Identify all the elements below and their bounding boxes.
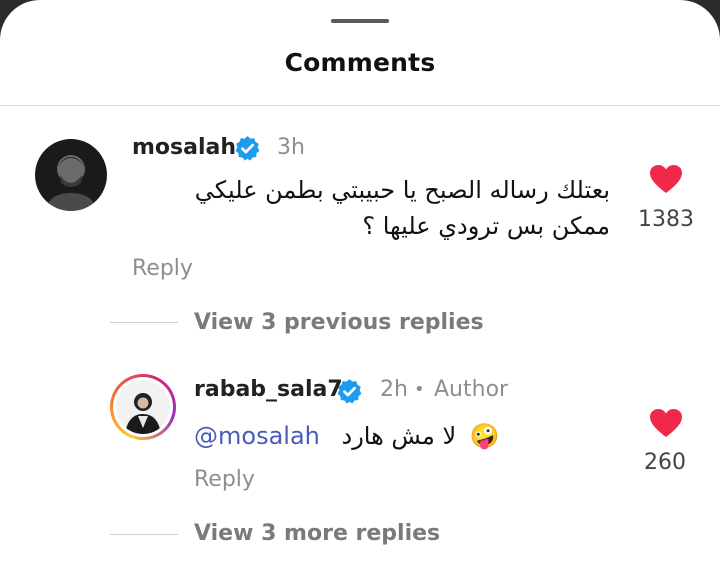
- like-count: 260: [644, 450, 686, 475]
- sheet-title: Comments: [284, 48, 436, 77]
- profile-photo-icon: [35, 139, 107, 211]
- replies-divider: [110, 322, 178, 323]
- reply-username[interactable]: rabab_sala7: [194, 377, 343, 402]
- emoji-icon: 🤪: [469, 422, 500, 450]
- author-badge: Author: [434, 377, 509, 402]
- view-more-replies-button[interactable]: View 3 more replies: [194, 521, 440, 546]
- avatar-mosalah[interactable]: [35, 139, 107, 211]
- reply-button[interactable]: Reply: [194, 467, 255, 492]
- comment-text-line1: بعتلك رساله الصبح يا حبيبتي بطمن عليكي: [194, 176, 610, 204]
- comments-sheet: Comments mosalah 3h بعتلك رساله الصبح يا…: [0, 0, 720, 566]
- profile-photo-icon: [116, 380, 170, 434]
- heart-icon[interactable]: [649, 408, 683, 438]
- meta-separator: •: [414, 379, 425, 400]
- view-previous-replies-button[interactable]: View 3 previous replies: [194, 310, 484, 335]
- comment-time: 3h: [277, 135, 305, 160]
- reply-text: لا مش هارد: [341, 422, 457, 450]
- reply-time: 2h: [380, 377, 408, 402]
- header-divider: [0, 105, 720, 106]
- verified-badge-icon: [337, 379, 362, 404]
- reply-button[interactable]: Reply: [132, 256, 193, 281]
- avatar-rabab-sala7[interactable]: [110, 374, 176, 440]
- like-count: 1383: [638, 207, 694, 232]
- heart-icon[interactable]: [649, 164, 683, 194]
- mention-link[interactable]: @mosalah: [194, 422, 320, 450]
- replies-divider: [110, 534, 178, 535]
- comment-text-line2: ممكن بس ترودي عليها ؟: [362, 212, 610, 240]
- verified-badge-icon: [235, 136, 260, 161]
- reply-text-row: @mosalah لا مش هارد 🤪: [194, 422, 500, 456]
- comment-username[interactable]: mosalah: [132, 135, 236, 160]
- drag-handle[interactable]: [331, 19, 389, 23]
